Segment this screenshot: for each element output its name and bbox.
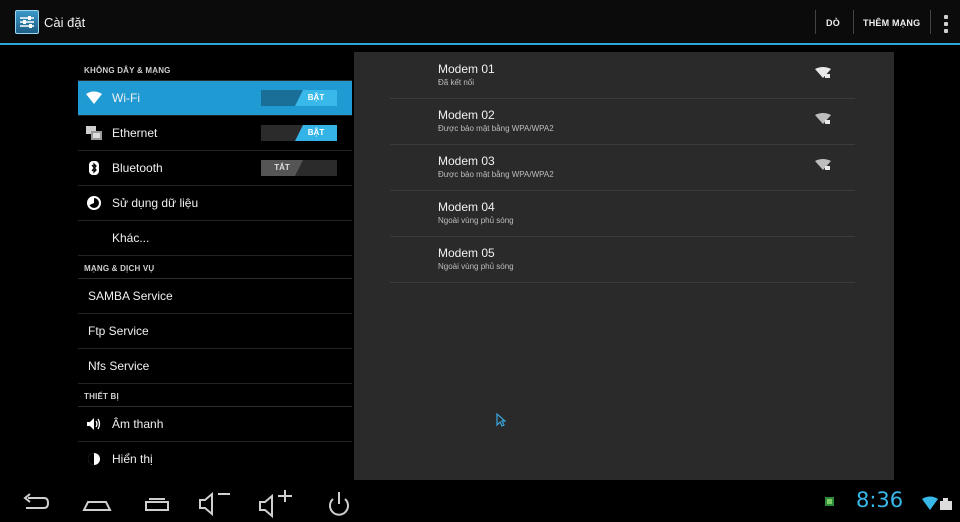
- network-name: Modem 03: [438, 154, 495, 168]
- network-status: Ngoài vùng phủ sóng: [438, 262, 514, 271]
- wifi-secured-icon: [815, 159, 831, 170]
- scan-button[interactable]: DÒ: [826, 18, 840, 28]
- bluetooth-toggle[interactable]: TẮT: [261, 160, 337, 176]
- sliders-icon: [20, 16, 34, 28]
- network-status: Được bảo mật bằng WPA/WPA2: [438, 170, 554, 179]
- network-name: Modem 01: [438, 62, 495, 76]
- wifi-toggle[interactable]: BẬT: [261, 90, 337, 106]
- recent-apps-icon[interactable]: [142, 490, 172, 516]
- network-name: Modem 02: [438, 108, 495, 122]
- menu-item-label: Wi-Fi: [112, 91, 140, 105]
- network-item[interactable]: Modem 04 Ngoài vùng phủ sóng: [390, 190, 855, 237]
- network-name: Modem 05: [438, 246, 495, 260]
- menu-item-ethernet[interactable]: Ethernet BẬT: [78, 116, 352, 151]
- menu-item-ftp[interactable]: Ftp Service: [78, 314, 352, 349]
- menu-item-bluetooth[interactable]: Bluetooth TẮT: [78, 151, 352, 186]
- menu-item-wifi[interactable]: Wi-Fi BẬT: [78, 81, 352, 116]
- section-header-network-services: MẠNG & DỊCH VỤ: [78, 256, 352, 279]
- data-usage-icon: [87, 196, 101, 210]
- network-item[interactable]: Modem 02 Được bảo mật bằng WPA/WPA2: [390, 98, 855, 145]
- menu-item-label: Âm thanh: [112, 417, 164, 431]
- settings-menu: KHÔNG DÂY & MẠNG Wi-Fi BẬT Ethernet BẬT …: [78, 58, 352, 476]
- action-bar-accent-line: [0, 43, 960, 45]
- toggle-state: BẬT: [295, 125, 337, 141]
- network-item[interactable]: Modem 01 Đã kết nối: [390, 52, 855, 99]
- page-title: Cài đặt: [44, 15, 86, 30]
- menu-item-samba[interactable]: SAMBA Service: [78, 279, 352, 314]
- section-header-device: THIẾT BỊ: [78, 384, 352, 407]
- volume-down-icon[interactable]: [198, 490, 234, 518]
- menu-item-more[interactable]: Khác...: [78, 221, 352, 256]
- menu-item-label: Ethernet: [112, 126, 158, 140]
- network-status: Đã kết nối: [438, 78, 475, 87]
- overflow-menu-icon[interactable]: [943, 15, 949, 33]
- menu-item-sound[interactable]: Âm thanh: [78, 407, 352, 442]
- ethernet-icon: [86, 126, 102, 140]
- menu-item-label: Bluetooth: [112, 161, 163, 175]
- notification-icon[interactable]: [824, 496, 836, 508]
- bluetooth-icon: [89, 161, 99, 175]
- volume-up-icon[interactable]: [258, 490, 298, 518]
- wifi-secured-icon: [815, 113, 831, 124]
- menu-item-label: Khác...: [112, 231, 150, 245]
- action-divider: [815, 10, 816, 34]
- wifi-icon: [86, 91, 102, 104]
- status-clock: 8:36: [856, 488, 904, 512]
- back-icon[interactable]: [20, 490, 50, 516]
- speaker-icon: [87, 418, 101, 430]
- power-icon[interactable]: [324, 490, 354, 518]
- action-divider: [930, 10, 931, 34]
- toggle-state: TẮT: [261, 160, 303, 176]
- navigation-bar: [0, 482, 960, 522]
- network-item[interactable]: Modem 03 Được bảo mật bằng WPA/WPA2: [390, 144, 855, 191]
- ethernet-toggle[interactable]: BẬT: [261, 125, 337, 141]
- wifi-secured-icon: [815, 67, 831, 78]
- menu-item-label: Ftp Service: [88, 324, 149, 338]
- network-item[interactable]: Modem 05 Ngoài vùng phủ sóng: [390, 236, 855, 283]
- action-bar: Cài đặt DÒ THÊM MẠNG: [0, 0, 960, 44]
- section-header-wireless: KHÔNG DÂY & MẠNG: [78, 58, 352, 81]
- brightness-icon: [88, 453, 100, 465]
- network-status: Ngoài vùng phủ sóng: [438, 216, 514, 225]
- menu-item-data-usage[interactable]: Sử dụng dữ liệu: [78, 186, 352, 221]
- menu-item-label: Hiển thị: [112, 452, 153, 466]
- menu-item-label: Sử dụng dữ liệu: [112, 196, 199, 210]
- action-divider: [853, 10, 854, 34]
- settings-app-icon[interactable]: [15, 10, 39, 34]
- home-icon[interactable]: [82, 490, 112, 516]
- add-network-button[interactable]: THÊM MẠNG: [863, 18, 920, 28]
- menu-item-label: SAMBA Service: [88, 289, 173, 303]
- network-name: Modem 04: [438, 200, 495, 214]
- wifi-network-list: Modem 01 Đã kết nối Modem 02 Được bảo mậ…: [354, 52, 894, 480]
- network-status: Được bảo mật bằng WPA/WPA2: [438, 124, 554, 133]
- menu-item-label: Nfs Service: [88, 359, 150, 373]
- status-icons: [922, 496, 952, 510]
- toggle-state: BẬT: [295, 90, 337, 106]
- mouse-cursor-icon: [496, 413, 506, 427]
- menu-item-display[interactable]: Hiển thị: [78, 442, 352, 476]
- menu-item-nfs[interactable]: Nfs Service: [78, 349, 352, 384]
